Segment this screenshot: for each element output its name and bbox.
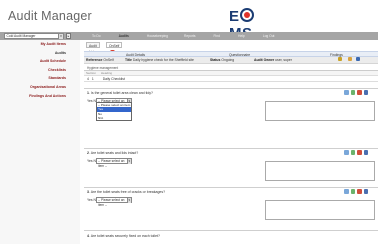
user-icon[interactable]: [350, 90, 355, 95]
save-icon[interactable]: [363, 189, 368, 194]
row-heading: Daily Checklist: [102, 77, 125, 81]
tab-audit-list[interactable]: Audit List: [86, 42, 100, 54]
answer-select-value: -- Please select an item --: [98, 198, 125, 207]
reference-label: Reference: [86, 58, 103, 62]
status-value: Ongoing: [221, 58, 235, 62]
save-icon[interactable]: [363, 150, 368, 155]
nav-todo[interactable]: To Do: [92, 32, 101, 40]
answer-select-value: -- Please select an item --: [98, 159, 125, 168]
tab-open-audit-label: OnSelf: [109, 44, 120, 48]
question-2: 2. Are toilet seats and lids intact? Yes…: [84, 148, 378, 182]
sidebar: My Audit Items Audits Audit Schedule Che…: [0, 40, 80, 244]
nav-housekeeping[interactable]: Housekeeping: [147, 32, 168, 40]
chevron-down-icon[interactable]: ▾: [58, 34, 63, 39]
row-section-sub: 1: [91, 77, 94, 81]
sidebar-item-organisational-areas[interactable]: Organisational Areas: [0, 83, 80, 92]
question-title: 4. Are toilet seats securely fixed on ea…: [87, 234, 160, 238]
logo-ring-icon: [240, 8, 255, 22]
col-heading: Heading: [100, 71, 113, 75]
app-title: Audit Manager: [8, 9, 92, 23]
sidebar-item-my-audit-items[interactable]: My Audit Items: [0, 40, 80, 49]
question-tools: [344, 150, 368, 155]
nav-menu: To Do Audits Housekeeping Reports Find H…: [92, 32, 274, 40]
nav-audits[interactable]: Audits: [119, 32, 129, 40]
question-tools: [344, 189, 368, 194]
nav-logout[interactable]: Log Out: [263, 32, 275, 40]
save-icon[interactable]: [363, 90, 368, 95]
refresh-icon[interactable]: [338, 57, 342, 61]
owner-label: Audit Owner: [254, 58, 275, 62]
question-title: 2. Are toilet seats and lids intact?: [87, 151, 139, 155]
top-navbar: Cold Audit Manager ▾ ▸ To Do Audits Hous…: [0, 32, 378, 40]
question-title: 3. Are the toilet seats free of cracks o…: [87, 190, 166, 194]
site-select[interactable]: Cold Audit Manager ▾: [4, 33, 64, 39]
site-select-value: Cold Audit Manager: [6, 34, 36, 38]
sidebar-item-audit-schedule[interactable]: Audit Schedule: [0, 57, 80, 66]
question-3: 3. Are the toilet seats free of cracks o…: [84, 187, 378, 223]
answer-select[interactable]: -- Please select an item -- ▾: [96, 158, 132, 168]
nav-help[interactable]: Help: [238, 32, 245, 40]
site-go-button[interactable]: ▸: [66, 33, 71, 39]
answer-dropdown-list: -- Please select an item -- Yes No N/A: [96, 102, 132, 122]
app-header: Audit Manager EMS: [0, 0, 378, 42]
logo-prefix: E: [229, 8, 240, 25]
chevron-down-icon[interactable]: ▾: [126, 198, 131, 203]
col-section: Section: [86, 71, 97, 75]
folder-icon[interactable]: [348, 57, 352, 61]
flag-icon[interactable]: [357, 150, 362, 155]
ems-logo: EMS: [229, 8, 275, 42]
table-row[interactable]: 4 1 Daily Checklist: [84, 76, 378, 82]
sidebar-item-findings-and-actions[interactable]: Findings And Actions: [0, 92, 80, 101]
user-icon[interactable]: [350, 150, 355, 155]
tab-open-audit[interactable]: OnSelfx: [106, 42, 123, 55]
owner-value: user, super: [275, 58, 292, 62]
flag-icon[interactable]: [357, 189, 362, 194]
chevron-down-icon[interactable]: ▾: [126, 159, 131, 164]
comment-textarea[interactable]: [265, 161, 375, 181]
copy-icon[interactable]: [344, 189, 349, 194]
section-table: Section Heading 4 1 Daily Checklist: [84, 70, 378, 84]
reference-value: OnSelf: [103, 58, 114, 62]
nav-reports[interactable]: Reports: [184, 32, 196, 40]
copy-icon[interactable]: [344, 150, 349, 155]
dropdown-option[interactable]: N/A: [97, 116, 131, 120]
save-icon[interactable]: [356, 57, 360, 61]
copy-icon[interactable]: [344, 90, 349, 95]
answer-select[interactable]: -- Please select an item -- ▾: [96, 197, 132, 207]
title-value: Daily hygiene check for the Sheffield si…: [132, 58, 194, 62]
main-content: Audit List OnSelfx Audit Details Questio…: [84, 40, 378, 244]
title-label: Title: [125, 58, 132, 62]
flag-icon[interactable]: [357, 90, 362, 95]
question-title: 1. Is the general toilet area clean and …: [87, 91, 153, 95]
row-section-num: 4: [87, 77, 89, 81]
sidebar-item-standards[interactable]: Standards: [0, 74, 80, 83]
user-icon[interactable]: [350, 189, 355, 194]
audit-reference-bar: Reference OnSelf Title Daily hygiene che…: [84, 57, 378, 64]
comment-textarea[interactable]: [265, 101, 375, 121]
question-tools: [344, 90, 368, 95]
question-4: 4. Are toilet seats securely fixed on ea…: [84, 230, 378, 244]
sidebar-item-checklists[interactable]: Checklists: [0, 66, 80, 75]
nav-find[interactable]: Find: [214, 32, 220, 40]
comment-textarea[interactable]: [265, 200, 375, 220]
status-label: Status: [210, 58, 221, 62]
sidebar-item-audits[interactable]: Audits: [0, 49, 80, 58]
